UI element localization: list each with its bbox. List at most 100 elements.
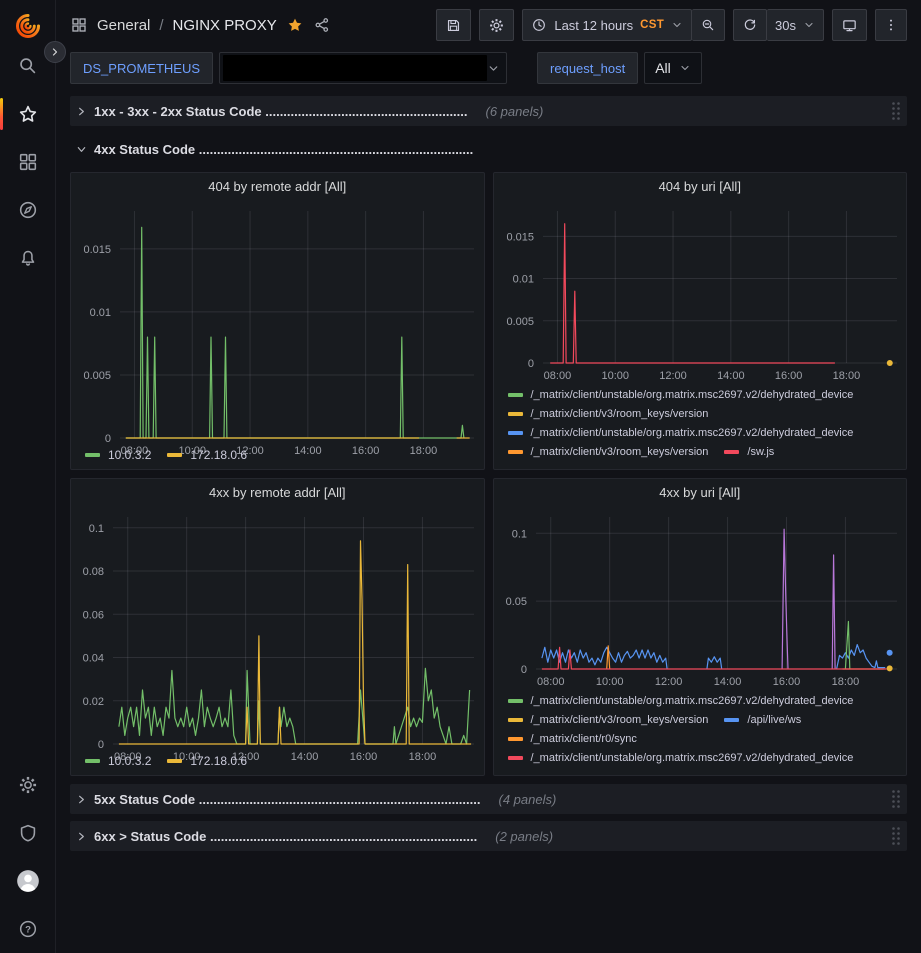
legend-item[interactable]: /api/live/ws xyxy=(724,714,801,726)
panel-title[interactable]: 4xx by remote addr [All] xyxy=(71,479,484,505)
panel-title[interactable]: 4xx by uri [All] xyxy=(494,479,907,505)
dashboard-canvas: 1xx - 3xx - 2xx Status Code ............… xyxy=(56,94,921,953)
row-drag-handle[interactable] xyxy=(891,826,901,846)
legend-item[interactable]: /_matrix/client/v3/room_keys/version xyxy=(508,714,709,726)
svg-text:0.01: 0.01 xyxy=(512,274,533,286)
row-4xx[interactable]: 4xx Status Code ........................… xyxy=(70,134,907,164)
legend-item[interactable]: 172.18.0.6 xyxy=(167,448,247,462)
expand-sidebar-button[interactable] xyxy=(44,41,66,63)
legend-item[interactable]: /_matrix/client/unstable/org.matrix.msc2… xyxy=(508,752,854,764)
legend-label: /_matrix/client/r0/sync xyxy=(531,733,637,745)
compass-icon xyxy=(17,199,39,221)
sidebar-item-configuration[interactable] xyxy=(0,761,55,809)
refresh-interval-picker[interactable]: 30s xyxy=(767,9,824,41)
row-title: 5xx Status Code ........................… xyxy=(94,792,480,807)
favorite-star-button[interactable] xyxy=(286,16,304,34)
search-icon xyxy=(17,55,39,77)
clock-icon xyxy=(531,17,547,33)
more-options-button[interactable] xyxy=(875,9,907,41)
legend-label: /api/live/ws xyxy=(747,714,801,726)
sidebar-item-starred[interactable] xyxy=(0,90,55,138)
panel-404-by-remote-addr: 404 by remote addr [All] 08:0010:0012:00… xyxy=(70,172,485,470)
sidebar-item-profile[interactable] xyxy=(0,857,55,905)
panel-title[interactable]: 404 by remote addr [All] xyxy=(71,173,484,199)
legend-item[interactable]: /_matrix/client/r0/sync xyxy=(508,733,637,745)
sidebar-item-alerting[interactable] xyxy=(0,234,55,282)
sidebar-item-help[interactable]: ? xyxy=(0,905,55,953)
svg-text:10:00: 10:00 xyxy=(595,676,623,688)
series-color-swatch xyxy=(508,450,523,454)
legend-item[interactable]: /_matrix/client/v3/room_keys/version xyxy=(508,446,709,458)
legend-item[interactable]: /_matrix/client/unstable/org.matrix.msc2… xyxy=(508,427,854,439)
panel-legend: 10.0.3.2 172.18.0.6 xyxy=(71,752,484,775)
zoom-out-time-button[interactable] xyxy=(692,9,725,41)
svg-text:0.005: 0.005 xyxy=(506,316,534,328)
panel-4xx-by-uri: 4xx by uri [All] 08:0010:0012:0014:0016:… xyxy=(493,478,908,776)
legend-item[interactable]: /_matrix/client/v3/room_keys/version xyxy=(508,408,709,420)
row-title: 4xx Status Code ........................… xyxy=(94,142,473,157)
svg-text:18:00: 18:00 xyxy=(831,676,859,688)
datasource-variable-label: DS_PROMETHEUS xyxy=(70,52,213,84)
svg-text:0.015: 0.015 xyxy=(83,244,111,256)
chevron-down-icon xyxy=(803,19,815,31)
timeseries-plot[interactable]: 08:0010:0012:0014:0016:0018:0000.020.040… xyxy=(71,505,484,752)
sidebar-item-server-admin[interactable] xyxy=(0,809,55,857)
legend-item[interactable]: /sw.js xyxy=(724,446,774,458)
svg-text:12:00: 12:00 xyxy=(654,676,682,688)
breadcrumb-folder[interactable]: General xyxy=(97,17,150,34)
panel-legend: /_matrix/client/unstable/org.matrix.msc2… xyxy=(494,385,907,469)
legend-item[interactable]: /_matrix/client/unstable/org.matrix.msc2… xyxy=(508,695,854,707)
svg-text:0.04: 0.04 xyxy=(83,653,104,665)
grafana-logo[interactable] xyxy=(12,10,44,42)
refresh-dashboard-button[interactable] xyxy=(733,9,767,41)
row-drag-handle[interactable] xyxy=(891,101,901,121)
legend-label: /_matrix/client/v3/room_keys/version xyxy=(531,446,709,458)
panel-legend: 10.0.3.2 172.18.0.6 xyxy=(71,446,484,469)
row-6xx[interactable]: 6xx > Status Code ......................… xyxy=(70,821,907,851)
row-5xx[interactable]: 5xx Status Code ........................… xyxy=(70,784,907,814)
share-dashboard-button[interactable] xyxy=(313,16,331,34)
save-icon xyxy=(445,17,462,34)
grafana-app: ? General / NGINX PROXY xyxy=(0,0,921,953)
sidebar-item-dashboards[interactable] xyxy=(0,138,55,186)
chevron-down-icon xyxy=(671,19,683,31)
timeseries-plot[interactable]: 08:0010:0012:0014:0016:0018:0000.0050.01… xyxy=(71,199,484,446)
active-indicator xyxy=(0,98,3,130)
row-1xx-3xx-2xx[interactable]: 1xx - 3xx - 2xx Status Code ............… xyxy=(70,96,907,126)
series-color-swatch xyxy=(508,431,523,435)
timeseries-plot[interactable]: 08:0010:0012:0014:0016:0018:0000.050.1 xyxy=(494,505,907,691)
dashboard-settings-button[interactable] xyxy=(479,9,514,41)
tv-kiosk-mode-button[interactable] xyxy=(832,9,867,41)
row-drag-handle[interactable] xyxy=(891,789,901,809)
sidebar: ? xyxy=(0,0,56,953)
legend-item[interactable]: 10.0.3.2 xyxy=(85,448,151,462)
panel-title[interactable]: 404 by uri [All] xyxy=(494,173,907,199)
legend-item[interactable]: 10.0.3.2 xyxy=(85,754,151,768)
legend-item[interactable]: 172.18.0.6 xyxy=(167,754,247,768)
star-filled-icon xyxy=(286,16,304,34)
apps-grid-icon xyxy=(70,16,88,34)
redacted-datasource-value xyxy=(223,55,487,81)
zoom-out-icon xyxy=(700,17,716,33)
request-host-value: All xyxy=(655,60,671,76)
legend-item[interactable]: /_matrix/client/unstable/org.matrix.msc2… xyxy=(508,389,854,401)
panel-4xx-by-remote-addr: 4xx by remote addr [All] 08:0010:0012:00… xyxy=(70,478,485,776)
legend-label: /_matrix/client/v3/room_keys/version xyxy=(531,408,709,420)
time-range-picker[interactable]: Last 12 hours CST xyxy=(522,9,692,41)
sidebar-bottom: ? xyxy=(0,743,55,953)
chevron-down-icon xyxy=(487,62,500,75)
share-icon xyxy=(313,16,331,34)
chevron-right-icon xyxy=(76,106,87,117)
variables-bar: DS_PROMETHEUS request_host All xyxy=(56,48,921,94)
dashboard-title[interactable]: NGINX PROXY xyxy=(173,17,277,34)
svg-text:12:00: 12:00 xyxy=(659,370,687,382)
datasource-variable-select[interactable] xyxy=(219,52,507,84)
breadcrumb: General / NGINX PROXY xyxy=(70,16,331,34)
toolbar-actions: Last 12 hours CST xyxy=(436,9,907,41)
sidebar-item-explore[interactable] xyxy=(0,186,55,234)
monitor-icon xyxy=(841,17,858,34)
timeseries-plot[interactable]: 08:0010:0012:0014:0016:0018:0000.0050.01… xyxy=(494,199,907,385)
request-host-variable-label: request_host xyxy=(537,52,638,84)
request-host-variable-select[interactable]: All xyxy=(644,52,702,84)
save-dashboard-button[interactable] xyxy=(436,9,471,41)
